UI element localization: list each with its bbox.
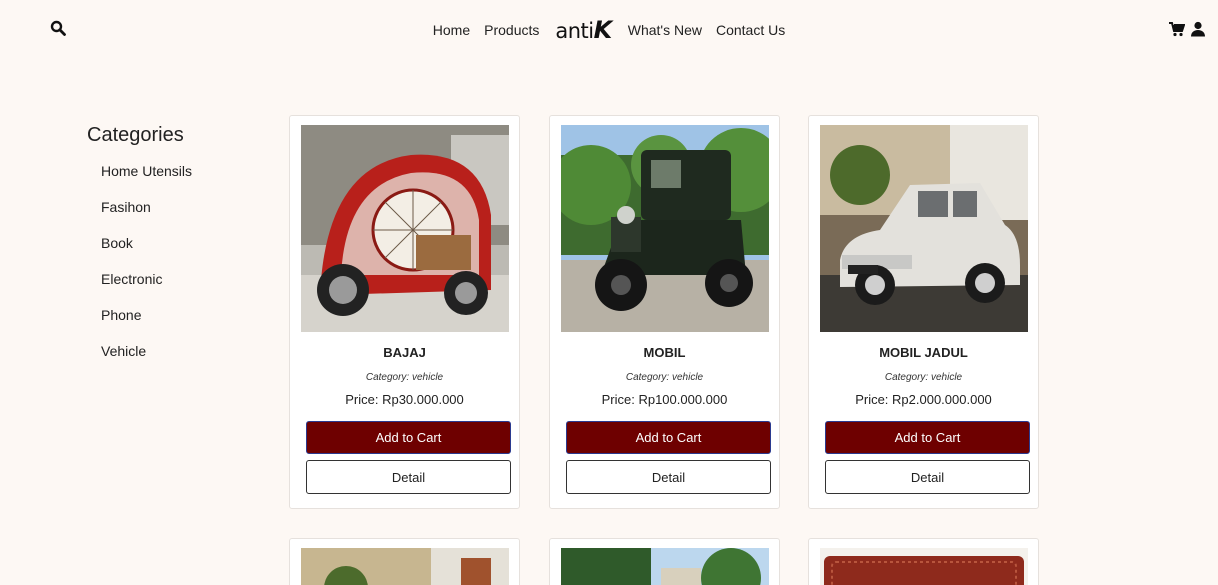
logo-text: anti xyxy=(555,19,594,43)
main-nav: Home Products anti K What's New Contact U… xyxy=(0,18,1218,42)
mobil-photo xyxy=(561,125,769,332)
product-card: BAJAJ Category: vehicle Price: Rp30.000.… xyxy=(289,115,520,509)
detail-button[interactable]: Detail xyxy=(566,460,771,494)
product-image[interactable] xyxy=(561,548,769,585)
detail-button[interactable]: Detail xyxy=(825,460,1030,494)
logo-text-k: K xyxy=(593,16,613,44)
product-photo xyxy=(561,548,769,585)
product-card xyxy=(289,538,520,585)
category-fashion[interactable]: Fasihon xyxy=(87,199,257,235)
detail-button[interactable]: Detail xyxy=(306,460,511,494)
product-image[interactable] xyxy=(820,548,1028,585)
product-card xyxy=(808,538,1039,585)
product-price: Price: Rp100.000.000 xyxy=(601,392,728,407)
categories-title: Categories xyxy=(87,124,184,146)
mobil-jadul-photo xyxy=(820,125,1028,332)
category-home-utensils[interactable]: Home Utensils xyxy=(87,163,257,199)
bajaj-photo xyxy=(301,125,509,332)
product-image[interactable] xyxy=(301,548,509,585)
cart-icon[interactable] xyxy=(1169,21,1186,37)
product-card: MOBIL JADUL Category: vehicle Price: Rp2… xyxy=(808,115,1039,509)
product-image[interactable] xyxy=(301,125,509,332)
categories-list: Home Utensils Fasihon Book Electronic Ph… xyxy=(87,163,257,379)
user-icon[interactable] xyxy=(1190,21,1206,37)
product-photo xyxy=(301,548,509,585)
product-card: MOBIL Category: vehicle Price: Rp100.000… xyxy=(549,115,780,509)
categories-sidebar: Categories Home Utensils Fasihon Book El… xyxy=(87,124,257,379)
category-book[interactable]: Book xyxy=(87,235,257,271)
category-electronic[interactable]: Electronic xyxy=(87,271,257,307)
product-name: BAJAJ xyxy=(383,345,426,360)
nav-products[interactable]: Products xyxy=(484,22,539,38)
add-to-cart-button[interactable]: Add to Cart xyxy=(566,421,771,454)
category-vehicle[interactable]: Vehicle xyxy=(87,343,257,379)
add-to-cart-button[interactable]: Add to Cart xyxy=(306,421,511,454)
product-image[interactable] xyxy=(561,125,769,332)
product-name: MOBIL JADUL xyxy=(879,345,968,360)
add-to-cart-button[interactable]: Add to Cart xyxy=(825,421,1030,454)
nav-contact-us[interactable]: Contact Us xyxy=(716,22,785,38)
product-photo xyxy=(820,548,1028,585)
category-phone[interactable]: Phone xyxy=(87,307,257,343)
product-category: Category: vehicle xyxy=(884,372,963,383)
brand-logo[interactable]: anti K xyxy=(555,16,613,44)
product-category: Category: vehicle xyxy=(365,372,444,383)
product-price: Price: Rp30.000.000 xyxy=(345,392,464,407)
product-category: Category: vehicle xyxy=(625,372,704,383)
product-name: MOBIL xyxy=(643,345,686,360)
product-card xyxy=(549,538,780,585)
product-image[interactable] xyxy=(820,125,1028,332)
product-price: Price: Rp2.000.000.000 xyxy=(855,392,992,407)
top-navbar: Home Products anti K What's New Contact U… xyxy=(0,0,1218,60)
header-actions xyxy=(1169,21,1206,37)
nav-whats-new[interactable]: What's New xyxy=(628,22,702,38)
nav-home[interactable]: Home xyxy=(433,22,470,38)
